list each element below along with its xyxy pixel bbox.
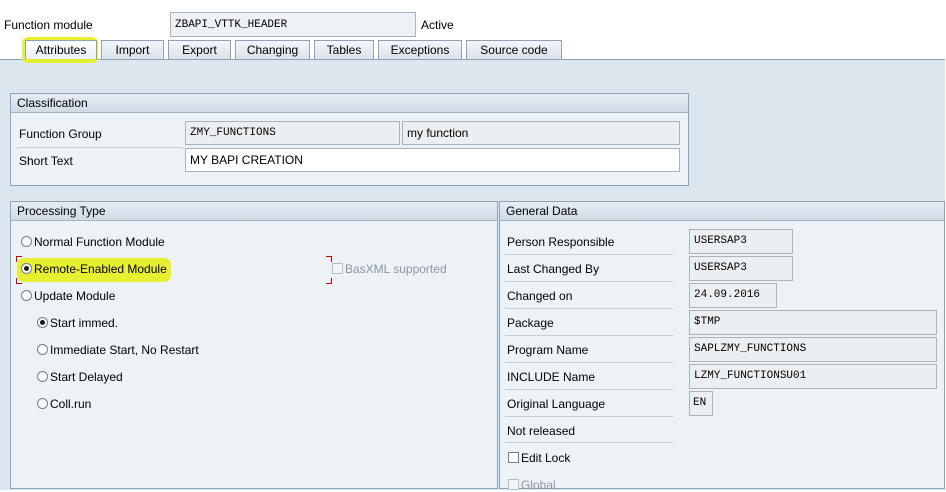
separator [505,442,673,443]
person-responsible-field[interactable]: USERSAP3 [689,229,793,254]
coll-run-radio[interactable] [37,398,48,409]
update-module-label: Update Module [34,289,116,303]
global-label: Global [521,478,556,492]
global-checkbox[interactable] [508,479,519,490]
start-immed-label: Start immed. [50,316,119,330]
function-module-label: Function module [4,18,93,32]
separator [17,147,183,148]
separator [505,335,673,336]
package-label: Package [507,316,554,330]
normal-function-label: Normal Function Module [34,235,165,249]
include-name-field[interactable]: LZMY_FUNCTIONSU01 [689,364,937,389]
remote-enabled-label: Remote-Enabled Module [34,262,167,276]
tab-attributes[interactable]: Attributes [25,40,97,59]
changed-on-label: Changed on [507,289,573,303]
start-delayed-label: Start Delayed [50,370,123,384]
separator [505,281,673,282]
tab-changing[interactable]: Changing [235,40,310,59]
function-group-field[interactable]: ZMY_FUNCTIONS [185,121,400,145]
edit-lock-checkbox[interactable] [508,452,519,463]
coll-run-label: Coll.run [50,397,92,411]
start-immed-radio[interactable] [37,317,48,328]
immediate-no-restart-label: Immediate Start, No Restart [50,343,199,357]
basxml-label: BasXML supported [345,262,447,276]
tab-source-code[interactable]: Source code [466,40,562,59]
original-language-field[interactable]: EN [689,391,713,416]
tab-exceptions[interactable]: Exceptions [378,40,462,59]
original-language-label: Original Language [507,397,606,411]
function-group-label: Function Group [19,127,102,141]
function-group-description: my function [402,121,680,145]
edit-lock-label: Edit Lock [521,451,571,465]
separator [505,254,673,255]
changed-on-field[interactable]: 24.09.2016 [689,283,777,308]
update-module-radio[interactable] [21,290,32,301]
person-responsible-label: Person Responsible [507,235,615,249]
include-name-label: INCLUDE Name [507,370,596,384]
last-changed-by-label: Last Changed By [507,262,600,276]
short-text-field[interactable]: MY BAPI CREATION [185,148,680,172]
general-data-title: General Data [500,202,944,221]
focus-bracket-tr [326,256,332,262]
function-module-field[interactable]: ZBAPI_VTTK_HEADER [170,12,416,37]
program-name-field[interactable]: SAPLZMY_FUNCTIONS [689,337,937,362]
immediate-no-restart-radio[interactable] [37,344,48,355]
focus-bracket-bl [16,278,22,284]
tab-tables[interactable]: Tables [314,40,374,59]
package-field[interactable]: $TMP [689,310,937,335]
start-delayed-radio[interactable] [37,371,48,382]
separator [505,308,673,309]
normal-function-radio[interactable] [21,236,32,247]
processing-type-title: Processing Type [11,202,497,221]
release-status-text: Not released [507,424,576,438]
tab-export[interactable]: Export [168,40,231,59]
separator [505,362,673,363]
separator [505,389,673,390]
program-name-label: Program Name [507,343,589,357]
focus-bracket-tl [16,256,22,262]
last-changed-by-field[interactable]: USERSAP3 [689,256,793,281]
status-text: Active [421,18,454,32]
tab-import[interactable]: Import [101,40,164,59]
short-text-label: Short Text [19,154,73,168]
classification-title: Classification [11,94,688,113]
basxml-checkbox[interactable] [332,263,343,274]
remote-enabled-radio[interactable] [21,263,32,274]
separator [505,416,673,417]
focus-bracket-br [326,278,332,284]
